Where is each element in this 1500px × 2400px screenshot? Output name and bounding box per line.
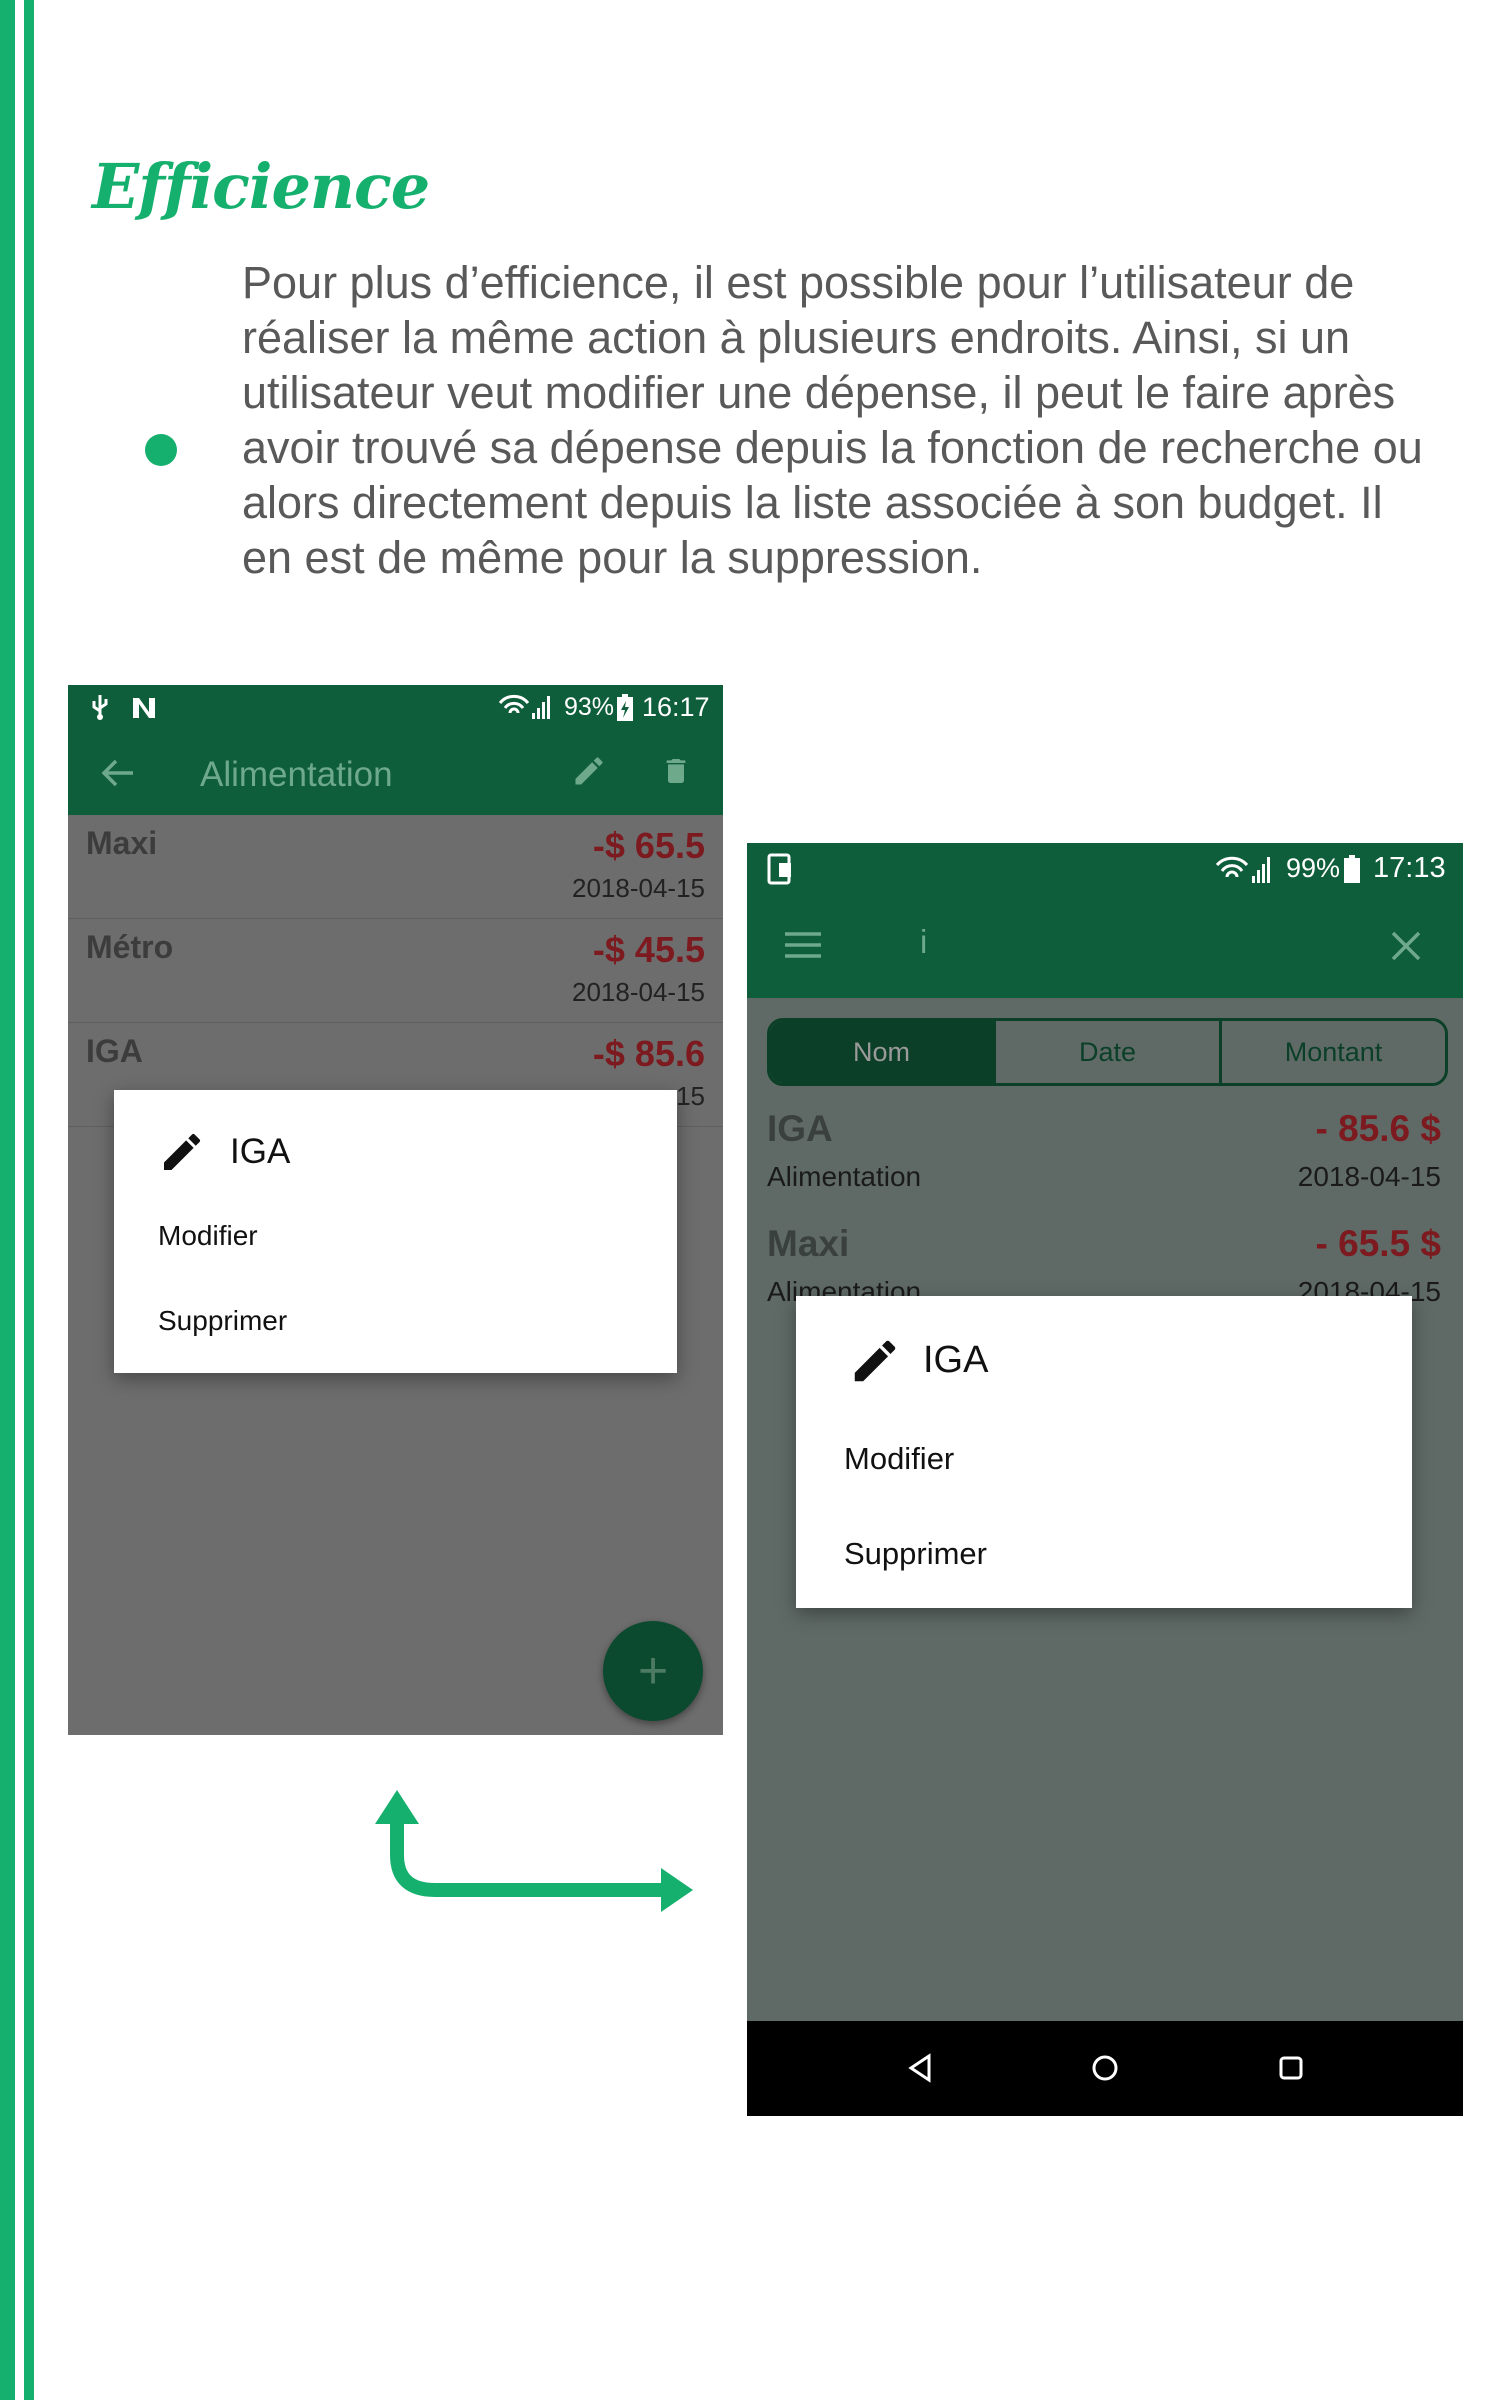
sort-tabs: Nom Date Montant: [767, 1018, 1448, 1086]
expense-name: Métro: [86, 929, 174, 965]
status-bar: 93% 16:17: [68, 685, 723, 730]
edit-pencil-icon[interactable]: [571, 753, 607, 789]
wifi-signal-icon: [1215, 856, 1270, 883]
usb-icon: [92, 695, 108, 720]
section-title: Efficience: [92, 150, 430, 223]
expense-amount: -$ 65.5: [592, 825, 705, 866]
expense-name: Maxi: [86, 825, 158, 861]
description-paragraph: Pour plus d’efficience, il est possible …: [242, 257, 1423, 583]
list-item[interactable]: Maxi -$ 65.5 2018-04-15: [68, 815, 723, 919]
search-input[interactable]: i: [920, 923, 927, 961]
expense-date: 15: [676, 1081, 705, 1111]
expense-amount: -$ 85.6: [592, 1033, 705, 1074]
list-item[interactable]: IGA Alimentation - 85.6 $ 2018-04-15: [747, 1103, 1463, 1215]
search-app-bar: i: [747, 893, 1463, 998]
context-menu-dialog: IGA Modifier Supprimer: [796, 1296, 1412, 1608]
add-expense-button[interactable]: +: [603, 1621, 703, 1721]
delete-option[interactable]: Supprimer: [158, 1305, 287, 1337]
dialog-title: IGA: [923, 1339, 989, 1381]
tab-nom[interactable]: Nom: [770, 1021, 993, 1083]
phone-screenshot-search: 99% 17:13 i Nom Date Montant IGA Aliment…: [747, 843, 1463, 2116]
context-menu-dialog: IGA Modifier Supprimer: [114, 1090, 677, 1373]
result-date: 2018-04-15: [1297, 1161, 1441, 1192]
list-item[interactable]: Métro -$ 45.5 2018-04-15: [68, 919, 723, 1023]
dialog-title: IGA: [230, 1132, 291, 1171]
expense-date: 2018-04-15: [572, 977, 705, 1007]
wifi-signal-icon: [498, 694, 550, 719]
delete-option[interactable]: Supprimer: [844, 1536, 987, 1572]
battery-charging-icon: [617, 694, 633, 721]
tab-date[interactable]: Date: [993, 1021, 1222, 1083]
nav-home-icon[interactable]: [1090, 2053, 1120, 2083]
menu-icon[interactable]: [783, 930, 823, 960]
result-name: Maxi: [767, 1223, 850, 1264]
result-name: IGA: [767, 1108, 833, 1149]
battery-percent: 93%: [564, 693, 615, 721]
phone-screen-icon: [767, 853, 791, 885]
status-time: 16:17: [642, 692, 710, 722]
edit-pencil-icon: [854, 1340, 896, 1382]
bullet-point: [145, 434, 177, 466]
phone-screenshot-budget-list: 93% 16:17 Alimentation Maxi -$ 65.5 2018…: [68, 685, 723, 1735]
nav-back-icon[interactable]: [905, 2053, 935, 2083]
app-bar: Alimentation: [68, 730, 723, 815]
status-bar: 99% 17:13: [747, 843, 1463, 893]
battery-icon: [1344, 855, 1360, 883]
flow-arrow-icon: [375, 1790, 693, 1912]
modify-option[interactable]: Modifier: [844, 1441, 954, 1477]
nav-recents-icon[interactable]: [1277, 2054, 1305, 2082]
modify-option[interactable]: Modifier: [158, 1220, 258, 1252]
close-icon[interactable]: [1390, 930, 1422, 962]
tab-montant[interactable]: Montant: [1222, 1021, 1445, 1083]
expense-amount: -$ 45.5: [592, 929, 705, 970]
result-amount: - 85.6 $: [1315, 1108, 1441, 1149]
nfc-icon: [133, 698, 155, 718]
left-accent-stripe: [0, 0, 15, 2400]
page-title: Alimentation: [200, 755, 393, 794]
back-arrow-icon[interactable]: [101, 758, 135, 788]
android-nav-bar: [747, 2021, 1463, 2116]
status-time: 17:13: [1373, 852, 1446, 884]
battery-percent: 99%: [1286, 853, 1341, 883]
left-accent-stripe-thin: [24, 0, 34, 2400]
edit-pencil-icon: [164, 1133, 201, 1170]
expense-date: 2018-04-15: [572, 873, 705, 903]
trash-icon[interactable]: [660, 753, 692, 789]
result-category: Alimentation: [767, 1161, 922, 1192]
result-amount: - 65.5 $: [1315, 1223, 1441, 1264]
expense-name: IGA: [86, 1033, 143, 1069]
